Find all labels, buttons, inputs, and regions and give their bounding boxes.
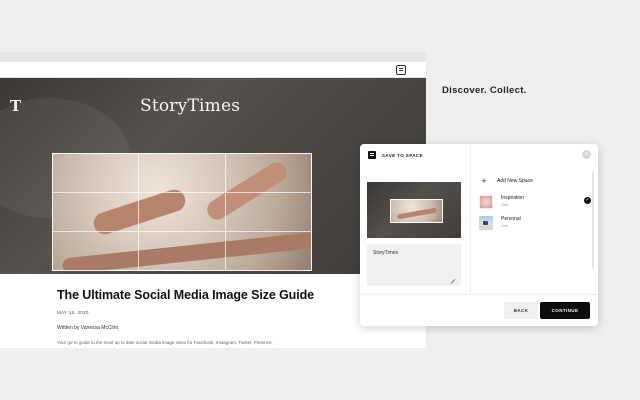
add-new-space-label: Add New Space (497, 178, 533, 184)
dialog-right-panel: × + Add New Space Inspiration Grid ✓ Per… (471, 144, 598, 294)
article-body: Your go-to guide to the most up to date … (57, 340, 273, 345)
site-brand-logo: StoryTimes (140, 96, 241, 116)
extension-icon[interactable] (396, 65, 406, 75)
continue-button[interactable]: CONTINUE (540, 302, 590, 319)
space-name: Inspiration (501, 195, 525, 201)
browser-tab-bar (0, 52, 426, 62)
site-logo-mark: T (10, 97, 22, 115)
plus-icon: + (481, 176, 487, 186)
lock-icon (483, 221, 488, 225)
crop-handle-top-right[interactable] (304, 153, 312, 161)
save-to-space-dialog: SAVE TO SPACE StoryTimes × + Add New Spa… (360, 144, 598, 326)
crop-handle-bottom[interactable] (165, 270, 183, 271)
crop-handle-left[interactable] (52, 203, 53, 221)
crop-handle-top[interactable] (165, 153, 183, 154)
space-item-inspiration[interactable]: Inspiration Grid ✓ (479, 195, 591, 209)
space-thumbnail (479, 195, 493, 209)
space-thumbnail (479, 216, 493, 230)
add-new-space-button[interactable]: + Add New Space (479, 176, 533, 186)
browser-toolbar (0, 62, 426, 78)
dialog-title: SAVE TO SPACE (382, 152, 423, 158)
crop-handle-bottom-left[interactable] (52, 263, 60, 271)
crop-selection[interactable] (52, 153, 312, 271)
close-icon[interactable]: × (582, 150, 591, 159)
crop-handle-bottom-right[interactable] (304, 263, 312, 271)
selected-check-icon: ✓ (584, 197, 591, 204)
dialog-header: SAVE TO SPACE (368, 151, 423, 159)
space-item-personal[interactable]: Personal Grid (479, 216, 591, 230)
space-type: Grid (501, 224, 508, 228)
crop-frame (52, 153, 312, 271)
note-textarea[interactable]: StoryTimes (367, 244, 461, 286)
preview-crop (390, 199, 443, 223)
space-type: Grid (501, 203, 508, 207)
dialog-left-panel: SAVE TO SPACE StoryTimes (360, 144, 471, 294)
note-text: StoryTimes (373, 250, 399, 256)
dialog-footer: BACK CONTINUE (360, 294, 598, 326)
crop-handle-top-left[interactable] (52, 153, 60, 161)
tagline: Discover. Collect. (442, 85, 527, 96)
app-logo-icon (368, 151, 376, 159)
spaces-scrollbar[interactable] (592, 172, 594, 268)
space-name: Personal (501, 216, 521, 222)
resize-handle-icon[interactable] (450, 279, 456, 284)
image-preview (367, 182, 461, 238)
back-button[interactable]: BACK (504, 302, 538, 319)
crop-handle-right[interactable] (311, 203, 312, 221)
